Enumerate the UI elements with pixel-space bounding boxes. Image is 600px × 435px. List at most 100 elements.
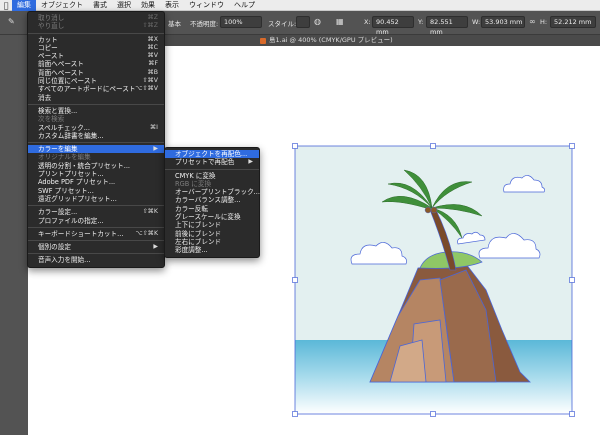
edit-menu-item-label: 同じ位置にペースト	[38, 77, 98, 86]
color-submenu-item-label: 前後にブレンド	[175, 229, 222, 238]
edit-menu-item-label: 取り消し	[38, 14, 65, 22]
edit-menu-item-label: カット	[38, 35, 58, 44]
menu-separator	[28, 103, 164, 105]
shortcut-label: ⌘C	[147, 43, 158, 51]
edit-menu-item-26[interactable]: プロファイルの指定...	[28, 217, 164, 225]
edit-menu-item-label: 遠近グリッドプリセット...	[38, 194, 117, 203]
edit-menu-item-3[interactable]: カット ⌘X	[28, 36, 164, 44]
w-field[interactable]: 53.903 mm	[481, 16, 525, 28]
align-grid-icon[interactable]: ▦	[336, 17, 344, 26]
edit-menu-item-label: カラー設定...	[38, 208, 78, 217]
x-label: X:	[364, 18, 371, 26]
menubar:  編集 オブジェクト 書式 選択 効果 表示 ウィンドウ ヘルプ	[0, 0, 600, 11]
edit-menu-item-10[interactable]: 消去	[28, 94, 164, 102]
color-submenu-item-12[interactable]: 彩度調整...	[165, 246, 259, 254]
edit-menu-item-label: プリントプリセット...	[38, 170, 104, 179]
edit-menu-item-4[interactable]: コピー ⌘C	[28, 44, 164, 52]
document-tab-bar: 島1.ai @ 400% (CMYK/GPU プレビュー)	[165, 35, 600, 46]
color-submenu-item-label: RGB に変換	[175, 179, 212, 188]
globe-icon[interactable]: ◍	[314, 17, 321, 26]
menu-window[interactable]: ウィンドウ	[184, 0, 229, 11]
edit-colors-submenu: オブジェクトを再配色... プリセットで再配色 ▶ CMYK に変換 RGB に変換 オー…	[164, 147, 260, 258]
style-dropdown[interactable]	[296, 16, 310, 28]
w-label: W:	[472, 18, 481, 26]
color-submenu-item-label: オーバープリントブラック...	[175, 188, 260, 197]
apple-icon[interactable]: 	[0, 1, 12, 10]
menu-edit[interactable]: 編集	[12, 0, 36, 11]
x-field[interactable]: 90.452 mm	[372, 16, 414, 36]
edit-menu-item-14[interactable]: スペルチェック... ⌘I	[28, 124, 164, 132]
color-submenu-item-9[interactable]: 上下にブレンド	[165, 221, 259, 229]
h-label: H:	[540, 18, 548, 26]
menu-separator	[28, 32, 164, 34]
edit-menu-item-13: 次を検索	[28, 115, 164, 123]
edit-menu-item-label: 前面へペースト	[38, 60, 84, 69]
menu-select[interactable]: 選択	[112, 0, 136, 11]
edit-menu-item-label: 検索と置換...	[38, 106, 78, 115]
document-tab-title: 島1.ai @ 400% (CMYK/GPU プレビュー)	[269, 36, 393, 44]
edit-menu-item-30[interactable]: 個別の設定 ▶	[28, 243, 164, 251]
shortcut-label: ⌘B	[147, 68, 158, 76]
edit-menu-item-label: 透明の分割・統合プリセット...	[38, 161, 131, 170]
edit-menu-item-label: SWF プリセット...	[38, 186, 94, 195]
edit-menu-item-label: スペルチェック...	[38, 123, 90, 132]
edit-menu-item-8[interactable]: 同じ位置にペースト ⇧⌘V	[28, 77, 164, 85]
color-submenu-item-label: カラーバランス調整...	[175, 196, 241, 205]
color-submenu-item-10[interactable]: 前後にブレンド	[165, 230, 259, 238]
edit-menu-item-label: 個別の設定	[38, 243, 71, 252]
edit-menu-item-25[interactable]: カラー設定... ⇧⌘K	[28, 208, 164, 216]
edit-menu-item-22[interactable]: SWF プリセット...	[28, 187, 164, 195]
edit-menu-item-label: 消去	[38, 93, 52, 102]
edit-menu-item-label: Adobe PDF プリセット...	[38, 178, 116, 187]
edit-menu-item-label: オリジナルを編集	[38, 153, 91, 162]
edit-menu-item-9[interactable]: すべてのアートボードにペースト ⌥⇧⌘V	[28, 85, 164, 93]
edit-menu-item-label: ペースト	[38, 52, 65, 61]
edit-menu-item-6[interactable]: 前面へペースト ⌘F	[28, 60, 164, 68]
shortcut-label: ⇧⌘Z	[142, 22, 158, 30]
edit-menu-item-32[interactable]: 音声入力を開始...	[28, 256, 164, 264]
menu-type[interactable]: 書式	[88, 0, 112, 11]
color-submenu-item-1[interactable]: プリセットで再配色 ▶	[165, 158, 259, 166]
edit-menu-item-7[interactable]: 背面へペースト ⌘B	[28, 69, 164, 77]
edit-menu-item-label: すべてのアートボードにペースト	[38, 85, 136, 94]
edit-menu-item-15[interactable]: カスタム辞書を編集...	[28, 132, 164, 140]
color-submenu-item-3[interactable]: CMYK に変換	[165, 172, 259, 180]
menu-separator	[165, 168, 259, 170]
color-submenu-item-label: カラー反転	[175, 204, 208, 213]
y-field[interactable]: 82.551 mm	[426, 16, 468, 36]
edit-menu-item-19[interactable]: 透明の分割・統合プリセット...	[28, 162, 164, 170]
color-submenu-item-7[interactable]: カラー反転	[165, 205, 259, 213]
menu-separator	[28, 240, 164, 242]
color-submenu-item-label: 左右にブレンド	[175, 237, 222, 246]
color-submenu-item-label: プリセットで再配色	[175, 158, 235, 167]
island-artwork[interactable]	[290, 140, 580, 420]
edit-menu-item-21[interactable]: Adobe PDF プリセット...	[28, 178, 164, 186]
h-field[interactable]: 52.212 mm	[550, 16, 596, 28]
y-label: Y:	[418, 18, 424, 26]
edit-menu-item-label: やり直し	[38, 22, 65, 31]
menu-object[interactable]: オブジェクト	[36, 0, 88, 11]
edit-menu-item-23[interactable]: 遠近グリッドプリセット...	[28, 195, 164, 203]
edit-menu-item-18: オリジナルを編集	[28, 153, 164, 161]
menu-view[interactable]: 表示	[160, 0, 184, 11]
menu-effect[interactable]: 効果	[136, 0, 160, 11]
edit-menu-item-label: 次を検索	[38, 115, 65, 124]
menu-separator	[28, 226, 164, 228]
pen-icon[interactable]: ✎	[8, 17, 15, 26]
edit-menu-item-label: 背面へペースト	[38, 68, 84, 77]
shortcut-label: ⇧⌘V	[142, 77, 158, 85]
edit-menu-item-28[interactable]: キーボードショートカット... ⌥⇧⌘K	[28, 230, 164, 238]
document-tab[interactable]: 島1.ai @ 400% (CMYK/GPU プレビュー)	[260, 35, 393, 46]
shortcut-label: ⌥⇧⌘V	[135, 85, 158, 93]
shortcut-label: ⌘V	[147, 52, 158, 60]
color-submenu-item-label: CMYK に変換	[175, 171, 216, 180]
menu-separator	[28, 142, 164, 144]
link-proportions-icon[interactable]: ∞	[529, 17, 536, 26]
opacity-field[interactable]: 100%	[220, 16, 262, 28]
edit-menu-item-label: キーボードショートカット...	[38, 229, 124, 238]
menu-help[interactable]: ヘルプ	[229, 0, 260, 11]
edit-menu-item-20[interactable]: プリントプリセット...	[28, 170, 164, 178]
base-label: 基本	[168, 20, 181, 28]
color-submenu-item-6[interactable]: カラーバランス調整...	[165, 196, 259, 204]
edit-menu: 取り消し ⌘Z やり直し ⇧⌘Z カット ⌘X コピー ⌘C ペースト ⌘V 前面へペースト ⌘F 背面…	[27, 11, 165, 268]
